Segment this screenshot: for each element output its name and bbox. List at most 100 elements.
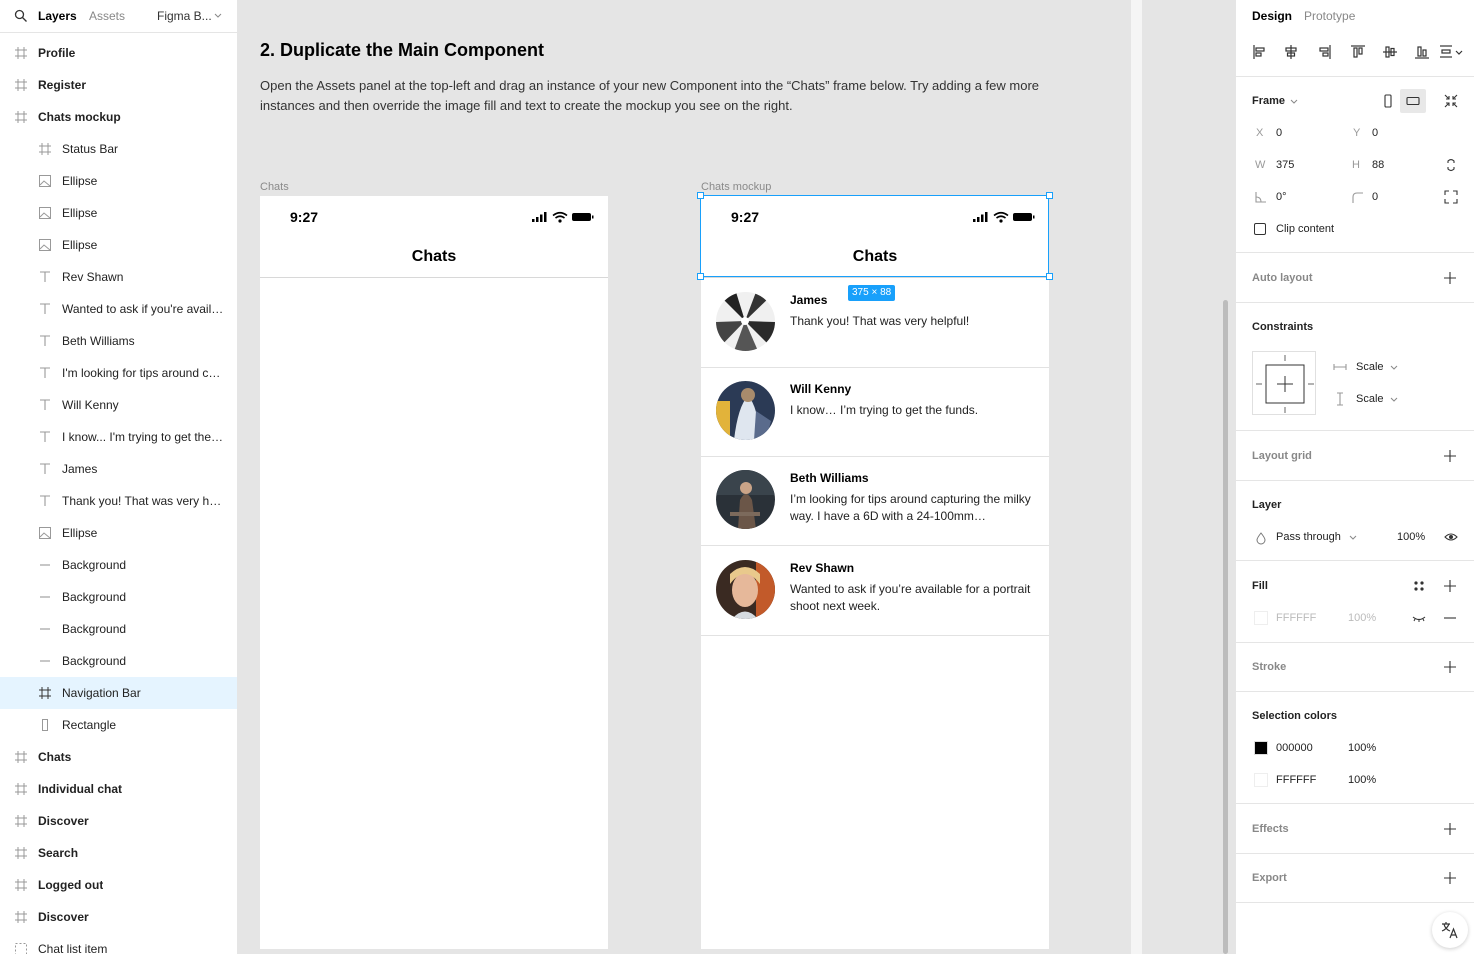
canvas-scrollbar[interactable]: [1223, 300, 1228, 954]
resize-to-fit-icon[interactable]: [1444, 94, 1458, 108]
layer-row[interactable]: Ellipse: [0, 197, 237, 229]
layer-row[interactable]: Ellipse: [0, 229, 237, 261]
blend-mode-icon: [1256, 532, 1266, 545]
chevron-down-icon[interactable]: [1349, 535, 1357, 541]
add-fill-plus-icon[interactable]: [1444, 580, 1456, 592]
resize-handle-bottom-right[interactable]: [1046, 273, 1053, 280]
layer-opacity-input[interactable]: 100%: [1397, 531, 1425, 543]
chevron-down-icon[interactable]: [214, 13, 222, 19]
chevron-down-icon[interactable]: [1290, 99, 1298, 105]
resize-handle-top-right[interactable]: [1046, 192, 1053, 199]
constrain-proportions-icon[interactable]: [1444, 158, 1458, 172]
layer-row[interactable]: Rectangle: [0, 709, 237, 741]
chats-mockup-frame[interactable]: 9:27 Chats James Thank you! That was ver…: [701, 196, 1049, 949]
layer-row[interactable]: Thank you! That was very helpful!: [0, 485, 237, 517]
independent-corners-icon[interactable]: [1444, 190, 1458, 204]
layer-row[interactable]: Ellipse: [0, 165, 237, 197]
tab-assets[interactable]: Assets: [89, 9, 125, 23]
chat-list-item[interactable]: Will Kenny I know… I’m trying to get the…: [701, 367, 1049, 457]
layer-row[interactable]: Individual chat: [0, 773, 237, 805]
selection-color-opacity[interactable]: 100%: [1348, 774, 1376, 786]
page-selector[interactable]: Figma B...: [157, 9, 212, 23]
add-layout-grid-plus-icon[interactable]: [1444, 450, 1456, 462]
resize-handle-bottom-left[interactable]: [697, 273, 704, 280]
x-input[interactable]: 0: [1276, 127, 1282, 139]
selection-color-swatch-black[interactable]: [1254, 741, 1268, 755]
layer-row[interactable]: Navigation Bar: [0, 677, 237, 709]
selection-color-swatch-white[interactable]: [1254, 773, 1268, 787]
layer-row[interactable]: Background: [0, 581, 237, 613]
corner-radius-input[interactable]: 0: [1372, 191, 1378, 203]
styles-grid-icon[interactable]: [1412, 579, 1426, 593]
chat-list-item[interactable]: Rev Shawn Wanted to ask if you’re availa…: [701, 546, 1049, 636]
tab-layers[interactable]: Layers: [38, 9, 77, 23]
add-export-plus-icon[interactable]: [1444, 872, 1456, 884]
fill-swatch[interactable]: [1254, 611, 1268, 625]
blend-mode-select[interactable]: Pass through: [1276, 531, 1341, 543]
add-effect-plus-icon[interactable]: [1444, 823, 1456, 835]
auto-layout-title: Auto layout: [1252, 272, 1313, 284]
fill-opacity-input[interactable]: 100%: [1348, 612, 1376, 624]
add-auto-layout-plus-icon[interactable]: [1444, 272, 1456, 284]
layer-row[interactable]: Rev Shawn: [0, 261, 237, 293]
chat-message: I know… I’m trying to get the funds.: [790, 403, 979, 417]
layer-row[interactable]: Background: [0, 549, 237, 581]
eye-icon[interactable]: [1444, 530, 1458, 544]
rotation-input[interactable]: 0°: [1276, 191, 1287, 203]
chevron-down-icon[interactable]: [1390, 397, 1398, 403]
text-icon: [38, 462, 52, 476]
frame-label-chats[interactable]: Chats: [260, 181, 289, 193]
layer-row[interactable]: Chat list item: [0, 933, 237, 954]
selection-color-opacity[interactable]: 100%: [1348, 742, 1376, 754]
layer-row[interactable]: Discover: [0, 805, 237, 837]
layer-row[interactable]: Background: [0, 645, 237, 677]
layer-row[interactable]: Beth Williams: [0, 325, 237, 357]
portrait-icon[interactable]: [1381, 94, 1395, 108]
chat-list-item[interactable]: Beth Williams I’m looking for tips aroun…: [701, 456, 1049, 546]
vertical-constraint-select[interactable]: Scale: [1356, 393, 1384, 405]
text-icon: [38, 430, 52, 444]
selection-color-hex[interactable]: 000000: [1276, 742, 1313, 754]
tab-prototype[interactable]: Prototype: [1304, 9, 1355, 23]
layer-label: Status Bar: [62, 142, 119, 156]
add-stroke-plus-icon[interactable]: [1444, 661, 1456, 673]
line-icon: [38, 654, 52, 668]
landscape-icon[interactable]: [1406, 94, 1420, 108]
translate-button[interactable]: [1432, 912, 1468, 948]
chats-frame[interactable]: 9:27 Chats: [260, 196, 608, 949]
layer-row[interactable]: Discover: [0, 901, 237, 933]
layer-row[interactable]: Will Kenny: [0, 389, 237, 421]
layer-row[interactable]: Background: [0, 613, 237, 645]
frame-label-chats-mockup[interactable]: Chats mockup: [701, 181, 771, 193]
frame-section-title[interactable]: Frame: [1252, 95, 1285, 107]
eye-closed-icon[interactable]: [1412, 611, 1426, 625]
selection-box[interactable]: [700, 195, 1049, 277]
chevron-down-icon[interactable]: [1390, 365, 1398, 371]
y-input[interactable]: 0: [1372, 127, 1378, 139]
remove-fill-minus-icon[interactable]: [1444, 612, 1456, 624]
height-input[interactable]: 88: [1372, 159, 1384, 171]
text-icon: [38, 302, 52, 316]
width-input[interactable]: 375: [1276, 159, 1294, 171]
constraint-widget[interactable]: [1252, 351, 1316, 415]
clip-content-checkbox[interactable]: [1254, 223, 1266, 235]
layer-row[interactable]: Chats: [0, 741, 237, 773]
fill-hex-input[interactable]: FFFFFF: [1276, 612, 1316, 624]
frame-icon: [14, 46, 28, 60]
layer-row[interactable]: Wanted to ask if you're available for a …: [0, 293, 237, 325]
selection-color-hex[interactable]: FFFFFF: [1276, 774, 1316, 786]
horizontal-constraint-select[interactable]: Scale: [1356, 361, 1384, 373]
resize-handle-top-left[interactable]: [697, 192, 704, 199]
layer-row[interactable]: Chats mockup: [0, 101, 237, 133]
search-icon[interactable]: [14, 9, 28, 23]
layer-row[interactable]: James: [0, 453, 237, 485]
layer-row[interactable]: Search: [0, 837, 237, 869]
layer-row[interactable]: I'm looking for tips around capturing th…: [0, 357, 237, 389]
tab-design[interactable]: Design: [1252, 9, 1292, 23]
layer-row[interactable]: Status Bar: [0, 133, 237, 165]
layer-row[interactable]: Logged out: [0, 869, 237, 901]
layer-row[interactable]: Ellipse: [0, 517, 237, 549]
layer-row[interactable]: Register: [0, 69, 237, 101]
layer-row[interactable]: Profile: [0, 37, 237, 69]
layer-row[interactable]: I know... I'm trying to get the funds.: [0, 421, 237, 453]
